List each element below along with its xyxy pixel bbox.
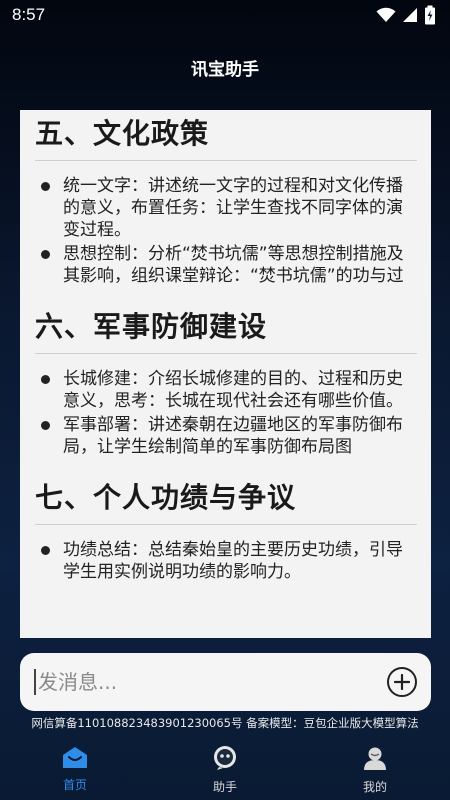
app-title: 讯宝助手 bbox=[191, 60, 259, 80]
list-item: 军事部署：讲述秦朝在边疆地区的军事防御布局，让学生绘制简单的军事防御布局图 bbox=[35, 414, 417, 458]
status-icons bbox=[376, 5, 436, 25]
filing-note: 网信算备110108823483901230065号 备案模型：豆包企业版大模型… bbox=[31, 716, 419, 730]
add-button[interactable] bbox=[387, 667, 417, 697]
list-item: 功绩总结：总结秦始皇的主要历史功绩，引导学生用实例说明功绩的影响力。 bbox=[35, 539, 417, 583]
nav-item-profile[interactable]: 我的 bbox=[315, 737, 435, 795]
bullet-list: 功绩总结：总结秦始皇的主要历史功绩，引导学生用实例说明功绩的影响力。 bbox=[35, 539, 417, 583]
profile-icon bbox=[364, 747, 386, 770]
content-card[interactable]: 五、文化政策 统一文字：讲述统一文字的过程和对文化传播的意义，布置任务：让学生查… bbox=[20, 110, 431, 638]
text-caret bbox=[34, 669, 36, 695]
assistant-icon bbox=[214, 746, 236, 770]
plus-icon bbox=[394, 674, 410, 690]
nav-label: 首页 bbox=[62, 778, 87, 792]
list-item: 思想控制：分析“焚书坑儒”等思想控制措施及其影响，组织课堂辩论：“焚书坑儒”的功… bbox=[35, 243, 417, 287]
signal-icon bbox=[403, 8, 417, 22]
nav-item-home[interactable]: 首页 bbox=[15, 737, 135, 793]
bullet-list: 统一文字：讲述统一文字的过程和对文化传播的意义，布置任务：让学生查找不同字体的演… bbox=[35, 175, 417, 287]
battery-icon bbox=[425, 5, 435, 25]
home-icon bbox=[63, 747, 87, 768]
nav-item-assistant[interactable]: 助手 bbox=[165, 737, 285, 795]
bottom-nav: 首页 助手 我的 bbox=[0, 737, 450, 800]
list-item: 长城修建：介绍长城修建的目的、过程和历史意义，思考：长城在现代社会还有哪些价值。 bbox=[35, 368, 417, 412]
status-time: 8:57 bbox=[12, 5, 46, 24]
section-heading: 七、个人功绩与争议 bbox=[35, 476, 417, 525]
nav-label: 助手 bbox=[212, 780, 237, 794]
section-heading: 六、军事防御建设 bbox=[35, 305, 417, 354]
message-input-bar bbox=[20, 653, 431, 711]
bullet-list: 长城修建：介绍长城修建的目的、过程和历史意义，思考：长城在现代社会还有哪些价值。… bbox=[35, 368, 417, 458]
message-input[interactable] bbox=[38, 670, 387, 694]
nav-label: 我的 bbox=[362, 780, 387, 794]
wifi-icon bbox=[376, 7, 396, 22]
section-heading: 五、文化政策 bbox=[35, 112, 417, 161]
status-bar: 8:57 bbox=[0, 0, 450, 30]
list-item: 统一文字：讲述统一文字的过程和对文化传播的意义，布置任务：让学生查找不同字体的演… bbox=[35, 175, 417, 241]
